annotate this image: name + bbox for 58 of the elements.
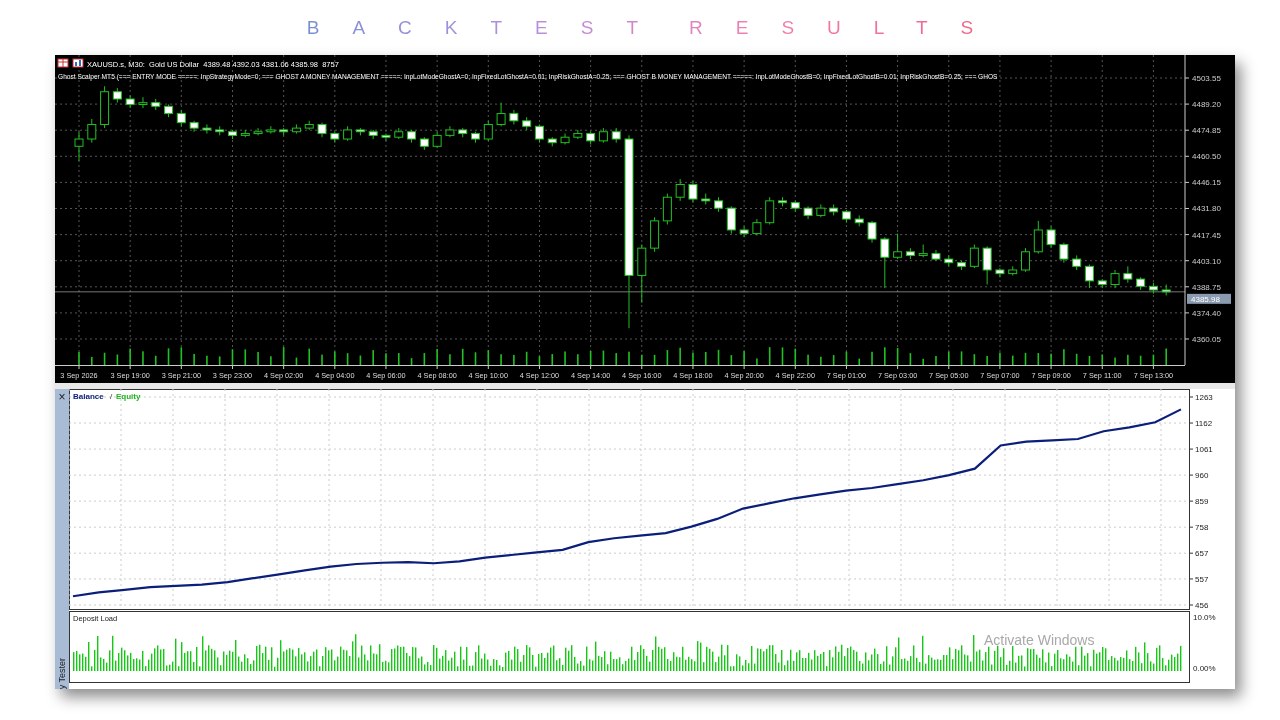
price-label: 4474.85	[1192, 126, 1221, 136]
price-label: 4460.50	[1192, 152, 1221, 162]
candlestick	[266, 125, 276, 135]
candlestick	[893, 233, 903, 260]
candlestick	[1033, 220, 1043, 255]
candlestick	[867, 220, 877, 244]
candlestick	[1021, 247, 1031, 273]
axis-label: 859	[1195, 497, 1209, 507]
candlestick	[982, 245, 992, 286]
axis-label: 10.0%	[1193, 613, 1216, 622]
price-label: 4431.80	[1192, 204, 1221, 214]
candlestick	[880, 236, 890, 289]
price-tag: 4385.98	[1187, 293, 1231, 304]
price-label: 4417.45	[1192, 230, 1221, 240]
candlestick	[138, 96, 148, 109]
candlestick	[202, 123, 212, 135]
price-label: 4388.75	[1192, 282, 1221, 292]
axis-label: 0.00%	[1193, 664, 1216, 673]
axis-label: 1263	[1195, 393, 1213, 402]
candlestick	[534, 123, 544, 144]
candlestick	[483, 120, 493, 142]
axis-label: 456	[1195, 601, 1209, 610]
price-label: 4374.40	[1192, 308, 1221, 318]
panel-tab[interactable]: y Tester	[57, 657, 67, 689]
legend-label: Balance	[73, 392, 104, 401]
candlestick	[969, 244, 979, 269]
candlestick	[688, 180, 698, 204]
candlestick	[1059, 242, 1069, 264]
price-label: 4489.20	[1192, 100, 1221, 110]
candlestick	[765, 196, 775, 225]
axis-label: 758	[1195, 523, 1209, 533]
chart-icon[interactable]	[72, 58, 84, 68]
price-label: 4503.55	[1192, 74, 1221, 83]
axis-label: 960	[1195, 471, 1209, 481]
price-label: 4446.15	[1192, 178, 1221, 188]
table-icon[interactable]	[57, 58, 69, 68]
candlestick	[74, 131, 84, 162]
activation-notice: Activate Windows	[984, 632, 1095, 648]
candlestick	[253, 127, 263, 136]
legend-label: Equity	[116, 392, 141, 401]
candlestick	[1046, 225, 1056, 249]
candlestick	[739, 225, 749, 238]
candlestick	[1110, 269, 1120, 289]
candlestick	[496, 102, 506, 127]
axis-label: 1061	[1195, 445, 1213, 455]
candlestick	[675, 178, 685, 202]
axis-label: 657	[1195, 549, 1209, 559]
price-label: 4403.10	[1192, 256, 1221, 266]
candlestick	[726, 205, 736, 235]
candlestick	[1084, 264, 1094, 289]
candlestick	[381, 133, 391, 142]
axis-label: 1162	[1195, 419, 1213, 429]
candlestick	[87, 118, 97, 144]
legend-separator: /	[110, 392, 113, 401]
close-button[interactable]: ×	[58, 389, 66, 405]
price-label: 4360.05	[1192, 335, 1221, 344]
axis-label: 557	[1195, 574, 1209, 584]
candlestick	[662, 193, 672, 225]
